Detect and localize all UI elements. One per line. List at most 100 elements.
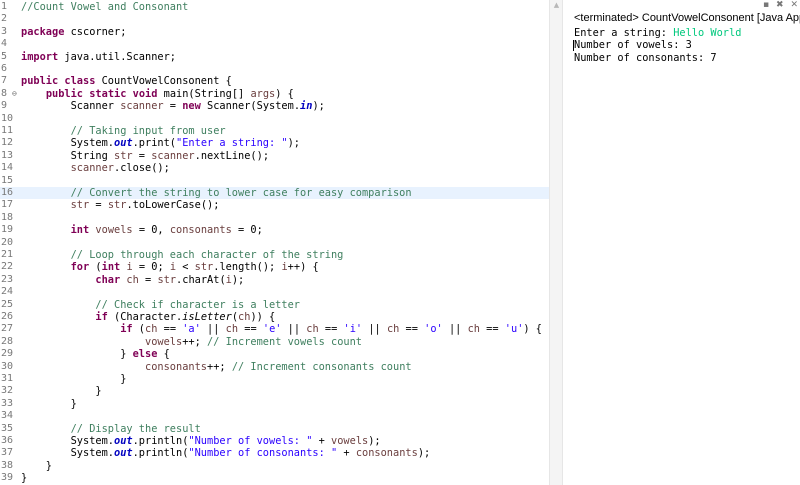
code-token: isLetter: [182, 311, 232, 323]
code-line[interactable]: 14 scanner.close();: [0, 162, 549, 174]
code-line[interactable]: 3 package cscorner;: [0, 26, 549, 38]
line-number: 13: [1, 149, 14, 161]
code-token: }: [21, 472, 28, 485]
code-token: ch: [145, 323, 158, 336]
fold-toggle-icon[interactable]: ⊖: [12, 88, 17, 100]
line-number: 5: [1, 50, 8, 62]
code-line[interactable]: 23 char ch = str.charAt(i);: [0, 274, 549, 286]
code-line[interactable]: 26 if (Character.isLetter(ch)) {: [0, 311, 549, 323]
code-token: consonants: [145, 360, 207, 373]
code-line[interactable]: 15: [0, 175, 549, 187]
code-line[interactable]: 37 System.out.println("Number of consona…: [0, 447, 549, 459]
code-line[interactable]: 28 vowels++; // Increment vowels count: [0, 336, 549, 348]
line-number: 23: [1, 273, 14, 285]
code-line[interactable]: 1 //Count Vowel and Consonant: [0, 1, 549, 13]
code-text: str = str.toLowerCase();: [21, 199, 220, 212]
code-line[interactable]: 12 System.out.print("Enter a string: ");: [0, 137, 549, 149]
code-token: int: [70, 224, 90, 237]
code-line[interactable]: 24: [0, 286, 549, 298]
code-line[interactable]: 34: [0, 410, 549, 422]
code-line[interactable]: 13 String str = scanner.nextLine();: [0, 150, 549, 162]
code-line[interactable]: 6: [0, 63, 549, 75]
code-token: .println(: [132, 447, 189, 460]
code-token: void: [132, 87, 158, 100]
line-number: 39: [1, 472, 14, 484]
code-token: .charAt(: [176, 273, 226, 286]
code-line[interactable]: 29 } else {: [0, 348, 549, 360]
code-editor[interactable]: 1 //Count Vowel and Consonant 2 3 package cs…: [0, 0, 549, 485]
code-line[interactable]: 17 str = str.toLowerCase();: [0, 199, 549, 211]
line-number: 38: [1, 459, 14, 471]
code-line[interactable]: 38 }: [0, 460, 549, 472]
code-token: .print(: [132, 137, 177, 150]
code-text: String str = scanner.nextLine();: [21, 150, 269, 162]
code-line[interactable]: 8 ⊖ public static void main(String[] args…: [0, 88, 549, 100]
code-text: }: [21, 373, 126, 385]
line-number: 29: [1, 348, 14, 360]
code-token: //Count Vowel and Consonant: [21, 1, 189, 13]
code-line[interactable]: 16 // Convert the string to lower case f…: [0, 187, 549, 200]
remove-all-icon[interactable]: ✖: [776, 0, 784, 10]
code-line[interactable]: 19 int vowels = 0, consonants = 0;: [0, 224, 549, 236]
console-input-text: Hello World: [673, 27, 742, 39]
line-number: 20: [1, 236, 14, 248]
code-token: );: [312, 100, 325, 113]
line-number: 32: [1, 385, 14, 397]
scroll-up-arrow-icon[interactable]: ▲: [552, 1, 561, 10]
code-text: char ch = str.charAt(i);: [21, 274, 244, 286]
code-text: }: [21, 472, 27, 484]
code-token: out: [114, 447, 133, 460]
code-line[interactable]: 25 // Check if character is a letter: [0, 299, 549, 311]
code-line[interactable]: 18: [0, 212, 549, 224]
code-line[interactable]: 35 // Display the result: [0, 423, 549, 435]
code-line[interactable]: 20: [0, 237, 549, 249]
code-token: public: [45, 87, 84, 100]
line-number: 31: [1, 373, 14, 384]
code-line[interactable]: 7 public class CountVowelConsonent {: [0, 75, 549, 87]
close-icon[interactable]: ✕: [790, 0, 798, 10]
code-token: }: [21, 373, 127, 385]
code-token: +: [312, 435, 332, 447]
code-token: .toLowerCase();: [126, 199, 220, 212]
code-line[interactable]: 22 for (int i = 0; i < str.length(); i++…: [0, 261, 549, 273]
code-line[interactable]: 4: [0, 38, 549, 50]
code-line[interactable]: 2: [0, 13, 549, 25]
code-token: Scanner(System.: [200, 100, 301, 113]
code-line[interactable]: 11 // Taking input from user: [0, 125, 549, 137]
console-view[interactable]: ▪ ✖ ✕ <terminated> CountVowelConsonent […: [569, 0, 800, 485]
code-token: ==: [238, 323, 263, 336]
code-text: Scanner scanner = new Scanner(System.in)…: [21, 100, 325, 112]
line-number: 35: [1, 422, 14, 434]
code-text: } else {: [21, 348, 170, 360]
code-line[interactable]: 21 // Loop through each character of the…: [0, 249, 549, 261]
editor-scrollbar[interactable]: ▲: [549, 0, 563, 485]
code-line[interactable]: 39}: [0, 472, 549, 484]
code-token: ==: [157, 323, 183, 336]
code-line[interactable]: 31 }: [0, 373, 549, 385]
line-number: 14: [1, 162, 14, 174]
code-line[interactable]: 33 }: [0, 398, 549, 410]
code-text: }: [21, 460, 52, 472]
code-text: package cscorner;: [21, 26, 126, 38]
code-line[interactable]: 32 }: [0, 385, 549, 397]
code-text: import java.util.Scanner;: [21, 51, 176, 63]
code-line[interactable]: 10: [0, 113, 549, 125]
code-line[interactable]: 36 System.out.println("Number of vowels:…: [0, 435, 549, 447]
code-line[interactable]: 9 Scanner scanner = new Scanner(System.i…: [0, 100, 549, 112]
code-token: "Number of consonants: ": [188, 447, 338, 460]
code-text: System.out.print("Enter a string: ");: [21, 137, 300, 149]
code-token: <: [176, 261, 195, 274]
code-line[interactable]: 30 consonants++; // Increment consonants…: [0, 361, 549, 373]
line-number: 2: [1, 13, 8, 25]
code-token: ||: [200, 323, 226, 336]
minimize-icon[interactable]: ▪: [763, 0, 769, 10]
code-token: static: [89, 87, 127, 100]
line-number: 33: [1, 397, 14, 409]
code-line[interactable]: 5 import java.util.Scanner;: [0, 51, 549, 63]
code-line[interactable]: 27 if (ch == 'a' || ch == 'e' || ch == '…: [0, 323, 549, 335]
